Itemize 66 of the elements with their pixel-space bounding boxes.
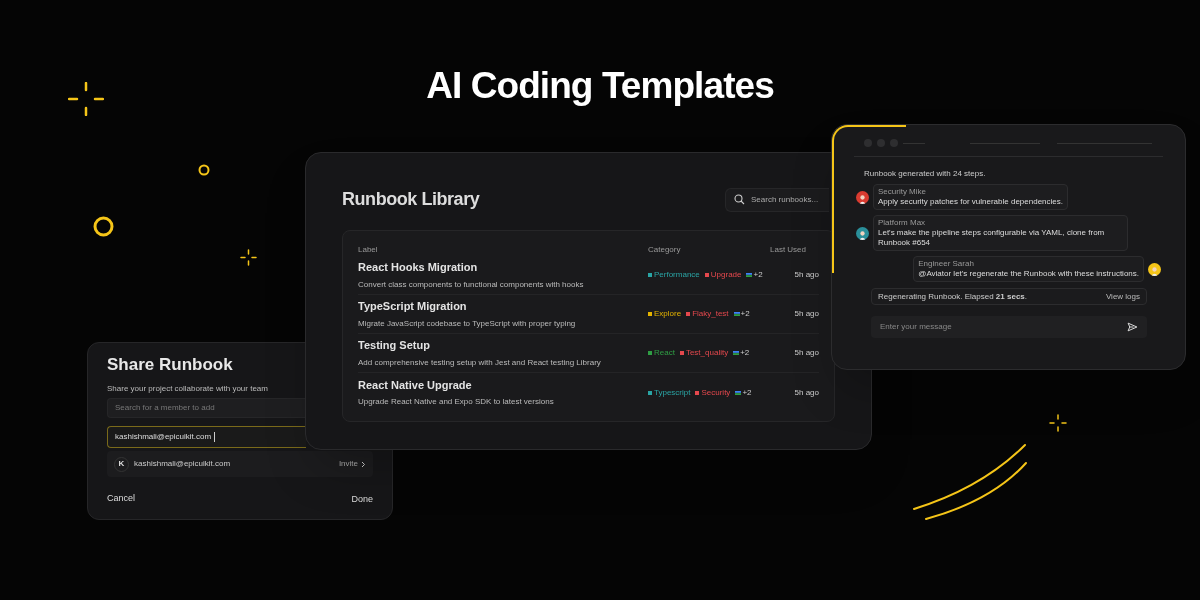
system-message: Runbook generated with 24 steps.	[864, 168, 986, 180]
ring-icon	[198, 164, 210, 176]
table-row[interactable]: React Native Upgrade Upgrade React Native and Expo SDK to latest versions Typescript Security +2 5h ago	[358, 373, 819, 412]
category-tag: Upgrade	[704, 269, 742, 281]
runbook-search-field[interactable]: Search runbooks...	[725, 187, 829, 212]
view-logs-link[interactable]: View logs	[1105, 290, 1140, 303]
message-input[interactable]: Enter your message	[871, 316, 1147, 338]
category-tag: Flaky_test	[686, 308, 729, 320]
more-tags: +2	[733, 347, 750, 359]
column-header: Last Used	[770, 244, 807, 256]
table-row[interactable]: Testing Setup Add comprehensive testing setup with Jest and React testing Library React Test_quality +2 5h ago	[358, 334, 819, 373]
text-cursor	[214, 432, 216, 442]
suggestion-row[interactable]: K kashishmali@epicuikit.com Invite	[107, 451, 373, 477]
message-author: Platform Max	[878, 218, 926, 228]
card-title: Share Runbook	[107, 356, 233, 373]
table-row[interactable]: React Hooks Migration Convert class components to functional components with hooks Performance Upgrade +2 5h ago	[358, 256, 819, 295]
last-used: 5h ago	[794, 308, 819, 320]
runbook-description: Convert class components to functional components with hooks	[358, 278, 584, 291]
category-tag: React	[648, 347, 675, 359]
runbook-title: TypeScript Migration	[358, 299, 467, 315]
email-field[interactable]: kashishmali@epicuikit.com	[107, 426, 306, 448]
tag-stack-icon	[735, 390, 742, 395]
column-header: Label	[358, 244, 379, 256]
message-text: Apply security patches for vulnerable dependencies.	[878, 197, 1063, 207]
ring-icon	[93, 216, 114, 237]
card-subtitle: Share your project collaborate with your team	[107, 383, 268, 395]
last-used: 5h ago	[794, 386, 819, 399]
invite-link[interactable]: Invite	[338, 458, 366, 470]
message-text: @Aviator let's regenerate the Runbook with these instructions.	[918, 269, 1139, 279]
message-text: Let's make the pipeline steps configurable via YAML, clone from Runbook #654	[878, 228, 1106, 248]
last-used: 5h ago	[794, 347, 819, 359]
column-header: Category	[648, 244, 682, 256]
last-used: 5h ago	[794, 269, 819, 281]
runbook-description: Add comprehensive testing setup with Jest and React testing Library	[358, 356, 601, 369]
runbook-title: React Native Upgrade	[358, 377, 472, 393]
category-tag: Performance	[648, 269, 700, 281]
more-tags: +2	[733, 308, 750, 320]
send-icon[interactable]	[1127, 322, 1138, 332]
message-author: Engineer Sarah	[918, 259, 974, 269]
member-email: kashishmali@epicuikit.com	[134, 458, 231, 470]
sparkle-icon	[1049, 414, 1067, 432]
cancel-button[interactable]: Cancel	[107, 490, 135, 507]
category-tag: Test_quality	[679, 347, 729, 359]
more-tags: +2	[735, 386, 752, 399]
search-icon	[734, 194, 745, 205]
member-search-field[interactable]: Search for a member to add	[107, 398, 306, 418]
runbook-description: Upgrade React Native and Expo SDK to latest versions	[358, 396, 554, 409]
runbook-title: React Hooks Migration	[358, 260, 478, 276]
category-tag: Explore	[648, 308, 682, 320]
headline: AI Coding Templates	[426, 64, 774, 108]
tag-stack-icon	[746, 273, 753, 277]
tag-stack-icon	[733, 312, 740, 316]
more-tags: +2	[746, 269, 763, 281]
sparkle-icon	[240, 249, 257, 266]
chevron-right-icon	[361, 460, 366, 468]
runbook-title: Testing Setup	[358, 338, 430, 354]
done-button[interactable]: Done	[351, 493, 373, 507]
runbook-description: Migrate JavaScript codebase to TypeScript with proper typing	[358, 317, 576, 330]
category-tag: Typescript	[648, 386, 691, 399]
message-author: Security Mike	[878, 187, 926, 197]
tag-stack-icon	[733, 351, 740, 355]
table-row[interactable]: TypeScript Migration Migrate JavaScript codebase to TypeScript with proper typing Explore Flaky_test +2 5h ago	[358, 295, 819, 334]
status-text: Regenerating Runbook. Elapsed 21 secs.	[878, 290, 1027, 303]
panel-title: Runbook Library	[342, 188, 480, 211]
sparkle-icon	[68, 82, 104, 116]
category-tag: Security	[695, 386, 731, 399]
